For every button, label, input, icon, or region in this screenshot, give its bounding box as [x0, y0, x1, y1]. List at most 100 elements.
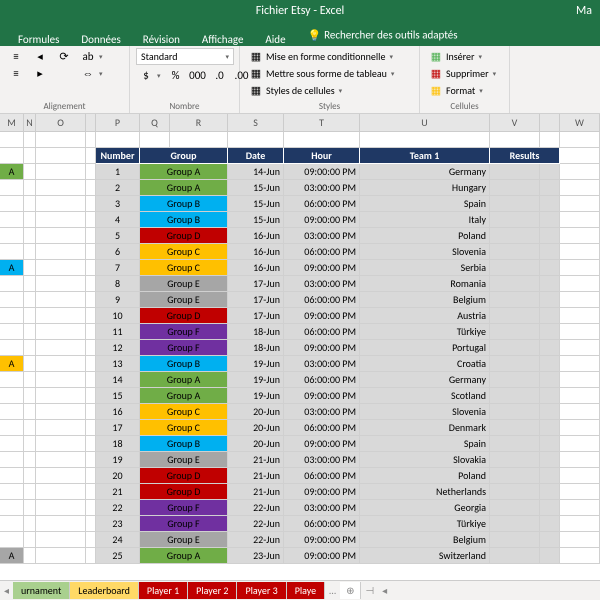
format-as-table-button[interactable]: ▦Mettre sous forme de tableau — [246, 65, 397, 81]
format-cells-button[interactable]: ▦Format — [426, 82, 499, 98]
cell-result2[interactable] — [540, 484, 560, 500]
cell[interactable] — [560, 292, 600, 308]
cell-date[interactable]: 16-Jun — [228, 260, 284, 276]
left-tag[interactable] — [0, 276, 24, 292]
cell-number[interactable]: 15 — [96, 388, 140, 404]
cell-hour[interactable]: 09:00:00 PM — [284, 484, 360, 500]
cell[interactable] — [36, 324, 86, 340]
left-tag[interactable] — [0, 468, 24, 484]
cell[interactable] — [86, 228, 96, 244]
left-tag[interactable] — [0, 404, 24, 420]
cell-team[interactable]: Poland — [360, 468, 490, 484]
cell-result[interactable] — [490, 228, 540, 244]
cell[interactable] — [284, 132, 360, 148]
cell[interactable] — [86, 196, 96, 212]
cell-group[interactable]: Group E — [140, 452, 228, 468]
cell-hour[interactable]: 09:00:00 PM — [284, 308, 360, 324]
cell-result2[interactable] — [540, 164, 560, 180]
cell[interactable] — [36, 500, 86, 516]
cell[interactable] — [560, 548, 600, 564]
cell[interactable] — [86, 244, 96, 260]
cell[interactable] — [86, 212, 96, 228]
cell-result[interactable] — [490, 276, 540, 292]
cell[interactable] — [86, 532, 96, 548]
delete-cells-button[interactable]: ▦Supprimer — [426, 65, 499, 81]
cell[interactable] — [140, 132, 170, 148]
cell[interactable] — [560, 324, 600, 340]
cell[interactable] — [24, 420, 36, 436]
cell[interactable] — [36, 228, 86, 244]
cell[interactable] — [24, 516, 36, 532]
cell-result2[interactable] — [540, 292, 560, 308]
cell[interactable] — [36, 212, 86, 228]
cell[interactable] — [360, 132, 490, 148]
cell-group[interactable]: Group B — [140, 212, 228, 228]
cell-group[interactable]: Group D — [140, 308, 228, 324]
cell[interactable] — [560, 356, 600, 372]
cell[interactable] — [24, 452, 36, 468]
left-tag[interactable] — [0, 340, 24, 356]
cell-result2[interactable] — [540, 228, 560, 244]
left-tag[interactable]: A — [0, 548, 24, 564]
cell[interactable] — [24, 260, 36, 276]
cell[interactable] — [86, 468, 96, 484]
cell[interactable] — [36, 484, 86, 500]
cell-team[interactable]: Austria — [360, 308, 490, 324]
cell[interactable] — [0, 148, 24, 164]
cell-group[interactable]: Group A — [140, 164, 228, 180]
cell-team[interactable]: Portugal — [360, 340, 490, 356]
tab-nav-prev[interactable]: ◂ — [0, 584, 13, 597]
cell-number[interactable]: 11 — [96, 324, 140, 340]
cell[interactable] — [36, 372, 86, 388]
col-header[interactable]: O — [36, 114, 86, 131]
cell[interactable] — [96, 132, 140, 148]
cell-number[interactable]: 20 — [96, 468, 140, 484]
cell[interactable] — [36, 148, 86, 164]
cell[interactable] — [24, 500, 36, 516]
cell[interactable] — [36, 260, 86, 276]
indent-inc-button[interactable]: ▸ — [30, 65, 50, 81]
cell-group[interactable]: Group E — [140, 532, 228, 548]
cell[interactable] — [86, 132, 96, 148]
cell-team[interactable]: Hungary — [360, 180, 490, 196]
cell[interactable] — [24, 180, 36, 196]
cell-date[interactable]: 18-Jun — [228, 324, 284, 340]
cell[interactable] — [560, 244, 600, 260]
cell-date[interactable]: 17-Jun — [228, 292, 284, 308]
cell-result[interactable] — [490, 244, 540, 260]
cell[interactable] — [560, 468, 600, 484]
cell-result2[interactable] — [540, 404, 560, 420]
cell[interactable] — [24, 324, 36, 340]
cell-team[interactable]: Belgium — [360, 532, 490, 548]
cell-result[interactable] — [490, 388, 540, 404]
cell[interactable] — [86, 276, 96, 292]
cell[interactable] — [560, 260, 600, 276]
cell[interactable] — [86, 372, 96, 388]
cell-date[interactable]: 17-Jun — [228, 308, 284, 324]
cell-group[interactable]: Group E — [140, 292, 228, 308]
cell[interactable] — [24, 308, 36, 324]
cell-hour[interactable]: 06:00:00 PM — [284, 292, 360, 308]
cell-team[interactable]: Switzerland — [360, 548, 490, 564]
cell-date[interactable]: 15-Jun — [228, 180, 284, 196]
cell-hour[interactable]: 09:00:00 PM — [284, 548, 360, 564]
cell-team[interactable]: Netherlands — [360, 484, 490, 500]
cell-result[interactable] — [490, 548, 540, 564]
cell-result[interactable] — [490, 340, 540, 356]
cell-group[interactable]: Group D — [140, 228, 228, 244]
cell[interactable] — [540, 132, 560, 148]
cell-date[interactable]: 19-Jun — [228, 388, 284, 404]
sheet-tab[interactable]: Player 1 — [139, 582, 188, 599]
cell-hour[interactable]: 09:00:00 PM — [284, 260, 360, 276]
col-header[interactable]: P — [96, 114, 140, 131]
cell-group[interactable]: Group C — [140, 420, 228, 436]
cell-group[interactable]: Group B — [140, 436, 228, 452]
cell-team[interactable]: Poland — [360, 228, 490, 244]
cell-hour[interactable]: 03:00:00 PM — [284, 452, 360, 468]
cell-result2[interactable] — [540, 180, 560, 196]
cell-hour[interactable]: 06:00:00 PM — [284, 244, 360, 260]
cell-result[interactable] — [490, 372, 540, 388]
cell-group[interactable]: Group A — [140, 372, 228, 388]
cell[interactable] — [24, 372, 36, 388]
cell-group[interactable]: Group A — [140, 548, 228, 564]
